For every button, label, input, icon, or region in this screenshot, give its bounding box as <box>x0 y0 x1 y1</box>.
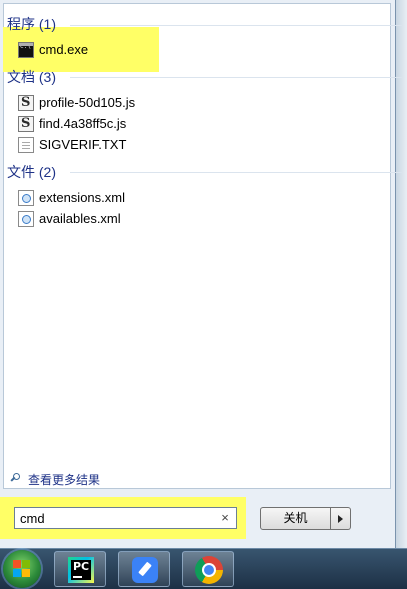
clear-search-button[interactable]: × <box>216 509 234 527</box>
text-file-icon <box>18 137 34 153</box>
result-item-sigverif[interactable]: SIGVERIF.TXT <box>18 135 126 155</box>
result-item-find-js[interactable]: S find.4a38ff5c.js <box>18 114 126 134</box>
result-item-label: availables.xml <box>39 211 121 226</box>
pycharm-icon: PC <box>68 557 94 583</box>
result-item-label: extensions.xml <box>39 190 125 205</box>
js-file-icon: S <box>18 95 34 111</box>
start-menu <box>0 0 396 548</box>
group-divider <box>70 172 402 173</box>
search-results-pane <box>3 3 391 489</box>
xml-file-icon <box>18 211 34 227</box>
search-icon <box>10 473 22 485</box>
xml-file-icon <box>18 190 34 206</box>
result-item-cmd[interactable]: cmd.exe <box>18 40 88 60</box>
result-item-label: SIGVERIF.TXT <box>39 137 127 152</box>
desktop-background <box>396 0 407 548</box>
result-item-label: cmd.exe <box>39 42 89 57</box>
pen-app-icon <box>132 557 158 583</box>
shutdown-button[interactable]: 关机 <box>260 507 331 530</box>
shutdown-options-button[interactable] <box>331 507 351 530</box>
see-more-results-link[interactable]: 查看更多结果 <box>10 471 100 487</box>
js-file-icon: S <box>18 116 34 132</box>
group-divider <box>70 77 402 78</box>
result-item-availables-xml[interactable]: availables.xml <box>18 209 121 229</box>
group-header-documents: 文档 (3) <box>7 69 56 85</box>
result-item-extensions-xml[interactable]: extensions.xml <box>18 188 125 208</box>
taskbar-app-notes[interactable] <box>118 551 170 587</box>
see-more-results-label: 查看更多结果 <box>28 472 101 487</box>
windows-logo-icon <box>13 560 31 578</box>
result-item-label: find.4a38ff5c.js <box>39 116 127 131</box>
start-button[interactable] <box>3 550 41 588</box>
chrome-icon <box>195 556 223 584</box>
group-header-programs: 程序 (1) <box>7 16 56 32</box>
taskbar-app-pycharm[interactable]: PC <box>54 551 106 587</box>
result-item-label: profile-50d105.js <box>39 95 136 110</box>
group-divider <box>70 25 402 26</box>
result-item-profile-js[interactable]: S profile-50d105.js <box>18 93 135 113</box>
taskbar-app-chrome[interactable] <box>182 551 234 587</box>
cmd-icon <box>18 42 34 58</box>
search-input[interactable] <box>14 507 237 529</box>
group-header-files: 文件 (2) <box>7 164 56 180</box>
